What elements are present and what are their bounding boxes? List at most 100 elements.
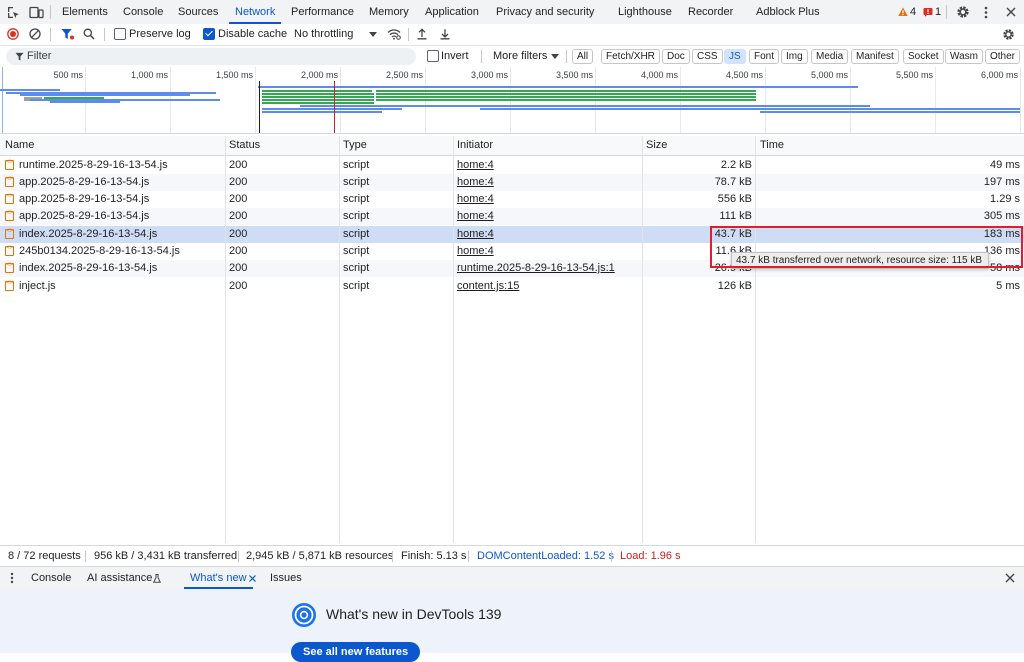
see-all-features-button[interactable]: See all new features: [291, 642, 421, 662]
request-initiator-link[interactable]: home:4: [457, 226, 494, 243]
type-filter-js[interactable]: JS: [724, 49, 746, 64]
request-initiator-link[interactable]: content.js:15: [457, 278, 519, 295]
column-divider[interactable]: [642, 136, 643, 543]
type-filter-fetch-xhr[interactable]: Fetch/XHR: [601, 49, 660, 64]
preserve-log-checkbox[interactable]: [114, 28, 126, 40]
close-drawer-icon[interactable]: [1004, 572, 1016, 584]
filter-toolbar: Filter Invert More filters All Fetch/XHR…: [0, 46, 1024, 68]
type-filter-socket[interactable]: Socket: [903, 49, 944, 64]
type-filter-other[interactable]: Other: [985, 49, 1021, 64]
column-header-status[interactable]: Status: [229, 136, 260, 155]
load-time: Load: 1.96 s: [620, 550, 681, 562]
import-har-icon[interactable]: [415, 27, 429, 41]
table-row[interactable]: app.2025-8-29-16-13-54.js 200 script hom…: [0, 174, 1024, 191]
finish-time: Finish: 5.13 s: [401, 550, 467, 562]
type-filter-css[interactable]: CSS: [692, 49, 723, 64]
table-header: [0, 136, 1024, 156]
request-initiator-link[interactable]: home:4: [457, 191, 494, 208]
table-row[interactable]: inject.js 200 script content.js:15 126 k…: [0, 278, 1024, 295]
invert-checkbox[interactable]: [427, 50, 439, 62]
tab-console[interactable]: Console: [123, 0, 163, 24]
tab-adblock-plus[interactable]: Adblock Plus: [756, 0, 820, 24]
settings-gear-icon[interactable]: [955, 4, 971, 20]
search-icon[interactable]: [82, 27, 96, 41]
table-row[interactable]: runtime.2025-8-29-16-13-54.js 200 script…: [0, 157, 1024, 174]
request-initiator-link[interactable]: runtime.2025-8-29-16-13-54.js:1: [457, 260, 615, 277]
request-name: index.2025-8-29-16-13-54.js: [19, 228, 158, 240]
close-devtools-icon[interactable]: [1003, 4, 1019, 20]
request-size: 78.7 kB: [714, 176, 752, 188]
filter-toggle-icon[interactable]: [60, 27, 74, 41]
table-row[interactable]: app.2025-8-29-16-13-54.js 200 script hom…: [0, 208, 1024, 225]
close-tab-icon[interactable]: [248, 574, 257, 583]
resources-size: 2,945 kB / 5,871 kB resources: [246, 550, 394, 562]
column-header-size[interactable]: Size: [646, 136, 667, 155]
network-settings-gear-icon[interactable]: [1000, 27, 1016, 42]
tab-memory[interactable]: Memory: [369, 0, 409, 24]
dom-content-loaded-time: DOMContentLoaded: 1.52 s: [477, 550, 614, 562]
device-toolbar-icon[interactable]: [28, 5, 44, 19]
type-filter-wasm[interactable]: Wasm: [945, 49, 983, 64]
tab-privacy-and-security[interactable]: Privacy and security: [496, 0, 594, 24]
request-size: 126 kB: [717, 280, 752, 292]
request-status: 200: [229, 193, 248, 205]
request-initiator-link[interactable]: home:4: [457, 243, 494, 260]
column-divider[interactable]: [339, 136, 340, 543]
drawer-menu-icon[interactable]: [8, 571, 16, 585]
filter-input[interactable]: Filter: [6, 48, 416, 65]
more-options-icon[interactable]: [980, 4, 992, 20]
column-divider[interactable]: [755, 136, 756, 543]
request-status: 200: [229, 210, 248, 222]
type-filter-all[interactable]: All: [572, 49, 594, 64]
column-divider[interactable]: [225, 136, 226, 543]
drawer-tab-whats-new[interactable]: What's new: [184, 567, 252, 589]
preserve-log-label: Preserve log: [129, 28, 191, 40]
inspect-element-icon[interactable]: [6, 5, 20, 19]
request-type: script: [343, 193, 370, 205]
tab-lighthouse[interactable]: Lighthouse: [618, 0, 672, 24]
request-status: 200: [229, 262, 248, 274]
flask-icon: [152, 573, 161, 583]
type-filter-font[interactable]: Font: [749, 49, 780, 64]
request-initiator-link[interactable]: home:4: [457, 174, 494, 191]
request-type: script: [343, 228, 370, 240]
drawer-tab-console[interactable]: Console: [31, 567, 71, 589]
disable-cache-label: Disable cache: [218, 28, 288, 40]
tab-network[interactable]: Network: [228, 0, 282, 24]
more-filters-dropdown[interactable]: More filters: [493, 46, 547, 66]
request-initiator-link[interactable]: home:4: [457, 157, 494, 174]
drawer-tab-ai-assistance[interactable]: AI assistance: [87, 567, 152, 589]
type-filter-manifest[interactable]: Manifest: [851, 49, 899, 64]
tab-performance[interactable]: Performance: [291, 0, 354, 24]
tab-elements[interactable]: Elements: [62, 0, 108, 24]
network-conditions-icon[interactable]: [386, 27, 402, 41]
tab-recorder[interactable]: Recorder: [688, 0, 733, 24]
type-filter-doc[interactable]: Doc: [662, 49, 690, 64]
request-name: app.2025-8-29-16-13-54.js: [19, 193, 150, 205]
column-header-name[interactable]: Name: [5, 136, 34, 155]
tab-application[interactable]: Application: [425, 0, 479, 24]
request-initiator-link[interactable]: home:4: [457, 208, 494, 225]
errors-badge[interactable]: 1: [923, 4, 941, 20]
column-header-initiator[interactable]: Initiator: [457, 136, 493, 155]
type-filter-media[interactable]: Media: [811, 49, 849, 64]
request-name: index.2025-8-29-16-13-54.js: [19, 262, 158, 274]
transferred-size: 956 kB / 3,431 kB transferred: [94, 550, 238, 562]
request-size: 556 kB: [717, 193, 752, 205]
type-filter-img[interactable]: Img: [781, 49, 808, 64]
export-har-icon[interactable]: [438, 27, 452, 41]
tab-sources[interactable]: Sources: [178, 0, 218, 24]
column-header-time[interactable]: Time: [760, 136, 784, 155]
request-type: script: [343, 159, 370, 171]
record-icon[interactable]: [6, 27, 20, 41]
column-divider[interactable]: [453, 136, 454, 543]
throttling-select[interactable]: No throttling: [294, 24, 353, 44]
disable-cache-checkbox[interactable]: [203, 28, 215, 40]
clear-icon[interactable]: [28, 27, 42, 41]
column-header-type[interactable]: Type: [343, 136, 367, 155]
network-overview[interactable]: 500 ms 1,000 ms 1,500 ms 2,000 ms 2,500 …: [0, 67, 1024, 134]
request-time: 197 ms: [983, 176, 1020, 188]
table-row[interactable]: app.2025-8-29-16-13-54.js 200 script hom…: [0, 191, 1024, 208]
drawer-tab-issues[interactable]: Issues: [270, 567, 302, 589]
warnings-badge[interactable]: 4: [898, 4, 916, 20]
